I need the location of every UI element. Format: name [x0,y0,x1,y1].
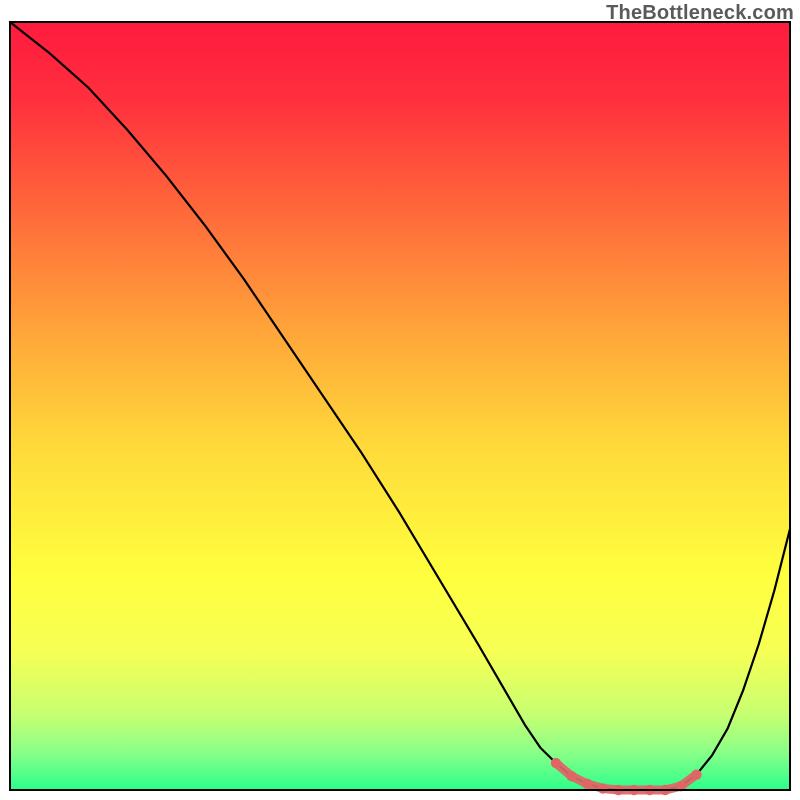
optimal-zone-marker [566,771,576,781]
chart-canvas [0,0,800,800]
bottleneck-chart: TheBottleneck.com [0,0,800,800]
optimal-zone-marker [551,758,561,768]
gradient-background [10,22,790,790]
optimal-zone-marker [691,769,701,779]
optimal-zone-marker [582,779,592,789]
optimal-zone-marker [598,783,608,793]
